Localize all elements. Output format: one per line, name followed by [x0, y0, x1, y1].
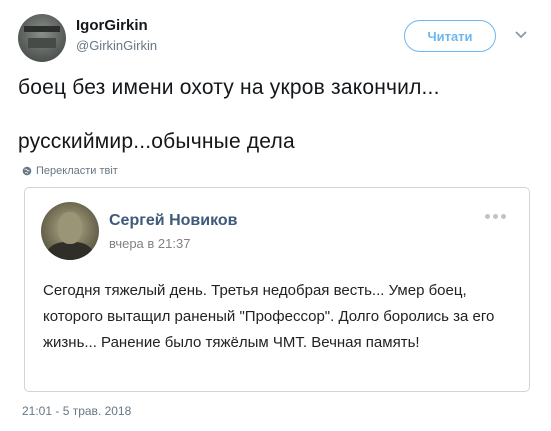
- author-name[interactable]: IgorGirkin: [76, 17, 148, 34]
- chevron-down-icon[interactable]: [514, 28, 528, 42]
- tweet-text-line2: русскиймир...обычные дела: [18, 130, 295, 153]
- quoted-author-avatar[interactable]: [41, 202, 99, 260]
- globe-icon: [22, 166, 32, 176]
- tweet-timestamp[interactable]: 21:01 - 5 трав. 2018: [22, 404, 131, 418]
- author-avatar[interactable]: [18, 14, 66, 62]
- author-handle[interactable]: @GirkinGirkin: [76, 38, 157, 53]
- translate-label[interactable]: Перекласти твіт: [36, 165, 118, 177]
- more-dots-icon[interactable]: [485, 214, 506, 219]
- quoted-author-name[interactable]: Сергей Новиков: [109, 212, 237, 230]
- quoted-post-card[interactable]: Сергей Новиков вчера в 21:37 Сегодня тяж…: [24, 187, 530, 392]
- tweet-text-line1: боец без имени охоту на укров закончил..…: [18, 76, 440, 99]
- follow-button[interactable]: Читати: [404, 20, 496, 52]
- translate-link[interactable]: Перекласти твіт: [22, 165, 118, 177]
- quoted-post-text: Сегодня тяжелый день. Третья недобрая ве…: [43, 282, 495, 351]
- quoted-post-time[interactable]: вчера в 21:37: [109, 236, 190, 251]
